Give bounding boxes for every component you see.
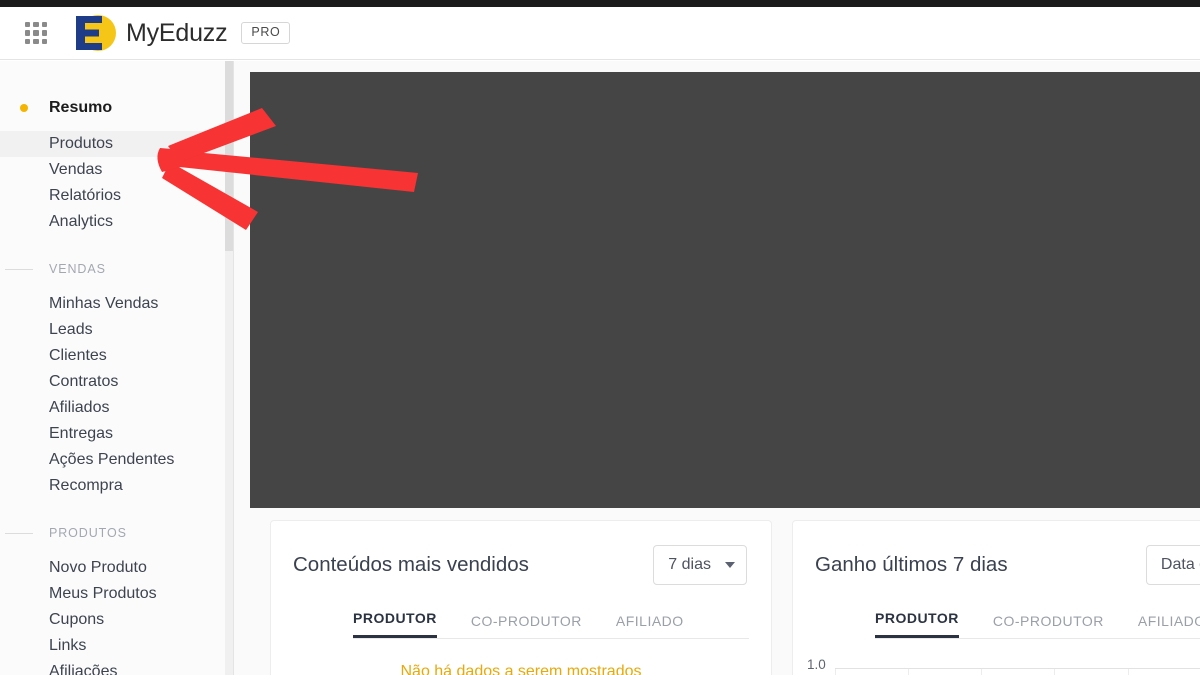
sidebar-item-vendas[interactable]: Vendas [0,157,225,183]
sidebar-item-meus-produtos[interactable]: Meus Produtos [0,581,225,607]
active-dot-icon [20,104,28,112]
sidebar-item-analytics[interactable]: Analytics [0,209,225,235]
sidebar-item-label: Novo Produto [49,559,147,576]
sidebar-item-label: Analytics [49,213,114,230]
card-title: Ganho últimos 7 dias [815,553,1008,576]
sidebar-item-produtos[interactable]: Produtos [0,131,225,157]
tab-co-produtor[interactable]: CO-PRODUTOR [471,613,582,638]
chart-y-tick-label: 1.0 [807,657,826,672]
section-label: VENDAS [49,262,106,276]
pro-badge[interactable]: PRO [241,22,291,44]
sidebar-item-label: Leads [49,321,93,338]
apps-grid-icon[interactable] [25,22,47,44]
sidebar-section-vendas: VENDAS [0,257,225,281]
sidebar-item-label: Afiliações [49,663,118,675]
section-label: PRODUTOS [49,526,127,540]
sidebar-item-label: Meus Produtos [49,585,157,602]
sidebar-item-label: Vendas [49,161,103,178]
card-title: Conteúdos mais vendidos [293,553,529,576]
chart-gridlines [835,668,1200,675]
sidebar-item-label: Resumo [49,99,113,116]
tab-co-produtor[interactable]: CO-PRODUTOR [993,613,1104,638]
app-header: MyEduzz PRO [0,7,1200,60]
section-rule [5,533,33,534]
sidebar-item-afiliados[interactable]: Afiliados [0,395,225,421]
hero-banner[interactable] [250,72,1200,508]
date-type-select-value: Data de paga [1160,556,1200,573]
card-ganho-ultimos-7-dias: Ganho últimos 7 dias Data de paga PRODUT… [792,520,1200,675]
sidebar-item-contratos[interactable]: Contratos [0,369,225,395]
sidebar-item-entregas[interactable]: Entregas [0,421,225,447]
earnings-chart: 1.0 [793,657,1200,675]
sidebar-item-resumo[interactable]: Resumo [0,95,225,121]
tab-produtor[interactable]: PRODUTOR [353,610,437,638]
sidebar-item-clientes[interactable]: Clientes [0,343,225,369]
sidebar-item-label: Links [49,637,87,654]
tab-afiliado[interactable]: AFILIADO [1138,613,1200,638]
tab-produtor[interactable]: PRODUTOR [875,610,959,638]
sidebar-item-label: Ações Pendentes [49,451,175,468]
sidebar-item-label: Contratos [49,373,119,390]
sidebar-item-label: Relatórios [49,187,122,204]
empty-state-message: Não há dados a serem mostrados [400,663,642,675]
top-black-strip [0,0,1200,7]
period-select[interactable]: 7 dias [653,545,747,585]
section-rule [5,269,33,270]
myeduzz-logo-icon [74,12,116,54]
date-type-select[interactable]: Data de paga [1145,545,1200,585]
main-content: Conteúdos mais vendidos 7 dias PRODUTOR … [234,61,1200,675]
card-left-tabs: PRODUTOR CO-PRODUTOR AFILIADO [353,609,749,639]
sidebar-item-label: Recompra [49,477,123,494]
brand-name: MyEduzz [126,18,228,47]
card-right-tabs: PRODUTOR CO-PRODUTOR AFILIADO [875,609,1200,639]
sidebar-item-label: Minhas Vendas [49,295,159,312]
sidebar-section-produtos: PRODUTOS [0,521,225,545]
sidebar-item-links[interactable]: Links [0,633,225,659]
sidebar-item-minhas-vendas[interactable]: Minhas Vendas [0,291,225,317]
sidebar-item-relatorios[interactable]: Relatórios [0,183,225,209]
sidebar-item-label: Entregas [49,425,114,442]
card-conteudos-mais-vendidos: Conteúdos mais vendidos 7 dias PRODUTOR … [270,520,772,675]
sidebar-item-label: Clientes [49,347,107,364]
card-header: Conteúdos mais vendidos 7 dias [271,521,771,585]
sidebar: Resumo Produtos Vendas Relatórios Analyt… [0,61,225,675]
sidebar-item-label: Produtos [49,135,114,152]
sidebar-item-acoes-pendentes[interactable]: Ações Pendentes [0,447,225,473]
sidebar-item-label: Afiliados [49,399,110,416]
sidebar-scrollbar-thumb[interactable] [225,61,233,251]
card-header: Ganho últimos 7 dias Data de paga [793,521,1200,585]
sidebar-item-recompra[interactable]: Recompra [0,473,225,499]
brand[interactable]: MyEduzz PRO [74,12,291,54]
chevron-down-icon [725,562,735,568]
period-select-value: 7 dias [668,556,711,573]
sidebar-item-novo-produto[interactable]: Novo Produto [0,555,225,581]
sidebar-item-cupons[interactable]: Cupons [0,607,225,633]
sidebar-item-leads[interactable]: Leads [0,317,225,343]
sidebar-item-label: Cupons [49,611,105,628]
sidebar-item-afiliacoes[interactable]: Afiliações [0,659,225,675]
tab-afiliado[interactable]: AFILIADO [616,613,684,638]
